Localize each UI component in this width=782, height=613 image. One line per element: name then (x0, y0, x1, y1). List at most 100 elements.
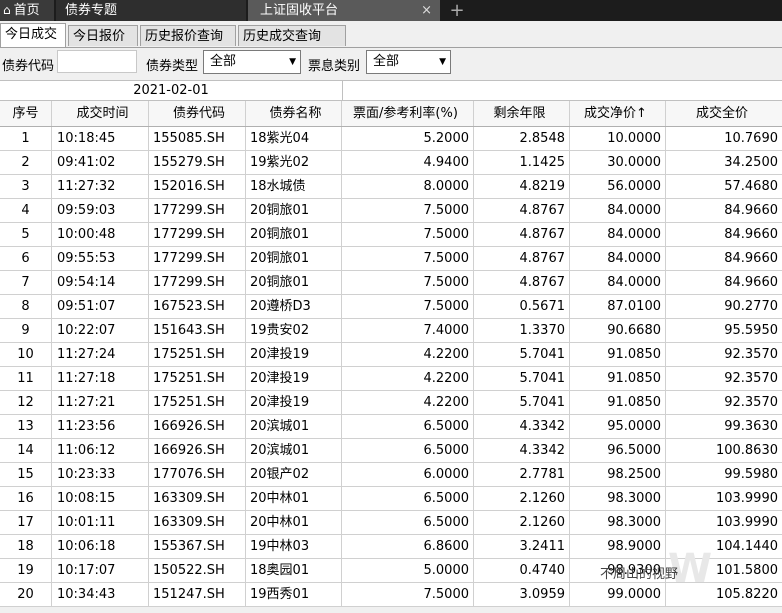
home-icon: ⌂ (3, 3, 11, 17)
table-row[interactable]: 6 09:55:53 177299.SH 20铜旅01 7.5000 4.8767 84.0… (0, 247, 782, 271)
cell-dirty-price: 105.8220 (715, 587, 778, 602)
col-header-index[interactable]: 序号 (0, 101, 52, 126)
tab-sh-fixed-income[interactable]: 上证固收平台 × (248, 0, 440, 21)
tab-history-trades[interactable]: 历史成交查询 (238, 25, 346, 46)
cell-clean-price: 95.0000 (570, 415, 666, 438)
bond-type-label: 债券类型 (146, 59, 199, 74)
col-header-bond-code[interactable]: 债券代码 (149, 101, 246, 126)
window-tab-bar: ⌂ 首页 债券专题 上证固收平台 × + (0, 0, 782, 21)
coupon-type-select[interactable]: 全部 ▼ (366, 50, 451, 74)
tab-today-trades[interactable]: 今日成交 (0, 23, 66, 47)
cell-trade-time: 11:06:12 (52, 439, 149, 462)
table-row[interactable]: 20 10:34:43 151247.SH 19西秀01 7.5000 3.0959 99.… (0, 583, 782, 607)
table-row[interactable]: 13 11:23:56 166926.SH 20滨城01 6.5000 4.3342 95.… (0, 415, 782, 439)
bond-type-select[interactable]: 全部 ▼ (203, 50, 301, 74)
cell-trade-time: 10:22:07 (52, 319, 149, 342)
table-row[interactable]: 3 11:27:32 152016.SH 18水城债 8.0000 4.8219 56.00… (0, 175, 782, 199)
cell-clean-price: 87.0100 (570, 295, 666, 318)
cell-index: 2 (0, 151, 52, 174)
col-header-trade-time[interactable]: 成交时间 (52, 101, 149, 126)
cell-bond-name: 19西秀01 (246, 583, 342, 606)
cell-dirty-price: 34.2500 (724, 155, 778, 170)
col-header-coupon-rate[interactable]: 票面/参考利率(%) (342, 101, 474, 126)
table-row[interactable]: 12 11:27:21 175251.SH 20津投19 4.2200 5.7041 91.… (0, 391, 782, 415)
cell-trade-time: 09:54:14 (52, 271, 149, 294)
cell-remaining-years: 4.3342 (474, 415, 570, 438)
cell-dirty-price: 99.3630 (724, 419, 778, 434)
table-row[interactable]: 18 10:06:18 155367.SH 19中林03 6.8600 3.2411 98.… (0, 535, 782, 559)
cell-bond-name: 20铜旅01 (246, 247, 342, 270)
cell-trade-time: 10:17:07 (52, 559, 149, 582)
cell-dirty-price: 57.4680 (724, 179, 778, 194)
close-icon[interactable]: × (421, 0, 432, 21)
cell-bond-code: 175251.SH (149, 391, 246, 414)
table-row[interactable]: 16 10:08:15 163309.SH 20中林01 6.5000 2.1260 98.… (0, 487, 782, 511)
cell-bond-code: 155085.SH (149, 127, 246, 150)
table-row[interactable]: 4 09:59:03 177299.SH 20铜旅01 7.5000 4.8767 84.0… (0, 199, 782, 223)
cell-bond-name: 20铜旅01 (246, 223, 342, 246)
coupon-type-value: 全部 (373, 54, 400, 69)
cell-bond-name: 18水城债 (246, 175, 342, 198)
cell-remaining-years: 1.1425 (474, 151, 570, 174)
tab-today-quotes[interactable]: 今日报价 (68, 25, 138, 46)
cell-dirty-price: 104.1440 (715, 539, 778, 554)
table-row[interactable]: 9 10:22:07 151643.SH 19贵安02 7.4000 1.3370 90.6… (0, 319, 782, 343)
col-header-remaining-years[interactable]: 剩余年限 (474, 101, 570, 126)
cell-coupon-rate: 4.2200 (342, 391, 474, 414)
cell-index: 17 (0, 511, 52, 534)
cell-bond-code: 155367.SH (149, 535, 246, 558)
bond-code-input[interactable] (57, 50, 137, 73)
cell-trade-time: 09:55:53 (52, 247, 149, 270)
table-row[interactable]: 14 11:06:12 166926.SH 20滨城01 6.5000 4.3342 96.… (0, 439, 782, 463)
table-row[interactable]: 8 09:51:07 167523.SH 20遵桥D3 7.5000 0.5671 87.0… (0, 295, 782, 319)
cell-coupon-rate: 6.5000 (342, 487, 474, 510)
cell-bond-name: 20津投19 (246, 367, 342, 390)
cell-remaining-years: 5.7041 (474, 391, 570, 414)
table-row[interactable]: 11 11:27:18 175251.SH 20津投19 4.2200 5.7041 91.… (0, 367, 782, 391)
col-header-dirty-price[interactable]: 成交全价 (666, 101, 782, 126)
cell-bond-code: 177299.SH (149, 199, 246, 222)
tab-history-quotes[interactable]: 历史报价查询 (140, 25, 236, 46)
cell-dirty-price: 100.8630 (715, 443, 778, 458)
cell-coupon-rate: 8.0000 (342, 175, 474, 198)
cell-trade-time: 11:23:56 (52, 415, 149, 438)
cell-clean-price: 56.0000 (570, 175, 666, 198)
cell-dirty-price: 103.9990 (715, 515, 778, 530)
table-row[interactable]: 10 11:27:24 175251.SH 20津投19 4.2200 5.7041 91.… (0, 343, 782, 367)
cell-trade-time: 10:00:48 (52, 223, 149, 246)
cell-remaining-years: 2.1260 (474, 487, 570, 510)
cell-dirty-price: 103.9990 (715, 491, 778, 506)
cell-dirty-price: 84.9660 (724, 251, 778, 266)
tab-bond-topic[interactable]: 债券专题 (56, 0, 246, 21)
tab-home[interactable]: ⌂ 首页 (0, 0, 54, 21)
cell-remaining-years: 4.8767 (474, 223, 570, 246)
table-row[interactable]: 15 10:23:33 177076.SH 20银产02 6.0000 2.7781 98.… (0, 463, 782, 487)
cell-coupon-rate: 7.5000 (342, 223, 474, 246)
cell-bond-code: 166926.SH (149, 415, 246, 438)
cell-bond-code: 151643.SH (149, 319, 246, 342)
table-date-header: 2021-02-01 (0, 80, 782, 102)
cell-index: 19 (0, 559, 52, 582)
col-header-clean-price[interactable]: 成交净价↑ (570, 101, 666, 126)
table-row[interactable]: 5 10:00:48 177299.SH 20铜旅01 7.5000 4.8767 84.0… (0, 223, 782, 247)
table-row[interactable]: 2 09:41:02 155279.SH 19紫光02 4.9400 1.1425 30.0… (0, 151, 782, 175)
bond-type-value: 全部 (210, 54, 237, 69)
cell-dirty-price: 84.9660 (724, 227, 778, 242)
trades-table: 序号 成交时间 债券代码 债券名称 票面/参考利率(%) 剩余年限 成交净价↑ … (0, 101, 782, 607)
cell-trade-time: 11:27:32 (52, 175, 149, 198)
cell-bond-code: 155279.SH (149, 151, 246, 174)
cell-remaining-years: 4.8767 (474, 271, 570, 294)
new-tab-button[interactable]: + (446, 0, 468, 21)
cell-remaining-years: 0.4740 (474, 559, 570, 582)
cell-clean-price: 84.0000 (570, 223, 666, 246)
cell-bond-name: 20津投19 (246, 391, 342, 414)
cell-bond-name: 20滨城01 (246, 415, 342, 438)
cell-trade-time: 10:01:11 (52, 511, 149, 534)
table-row[interactable]: 1 10:18:45 155085.SH 18紫光04 5.2000 2.8548 10.0… (0, 127, 782, 151)
cell-index: 11 (0, 367, 52, 390)
cell-remaining-years: 4.8767 (474, 199, 570, 222)
bond-code-label: 债券代码 (2, 59, 55, 74)
table-row[interactable]: 7 09:54:14 177299.SH 20铜旅01 7.5000 4.8767 84.0… (0, 271, 782, 295)
col-header-bond-name[interactable]: 债券名称 (246, 101, 342, 126)
table-row[interactable]: 17 10:01:11 163309.SH 20中林01 6.5000 2.1260 98.… (0, 511, 782, 535)
